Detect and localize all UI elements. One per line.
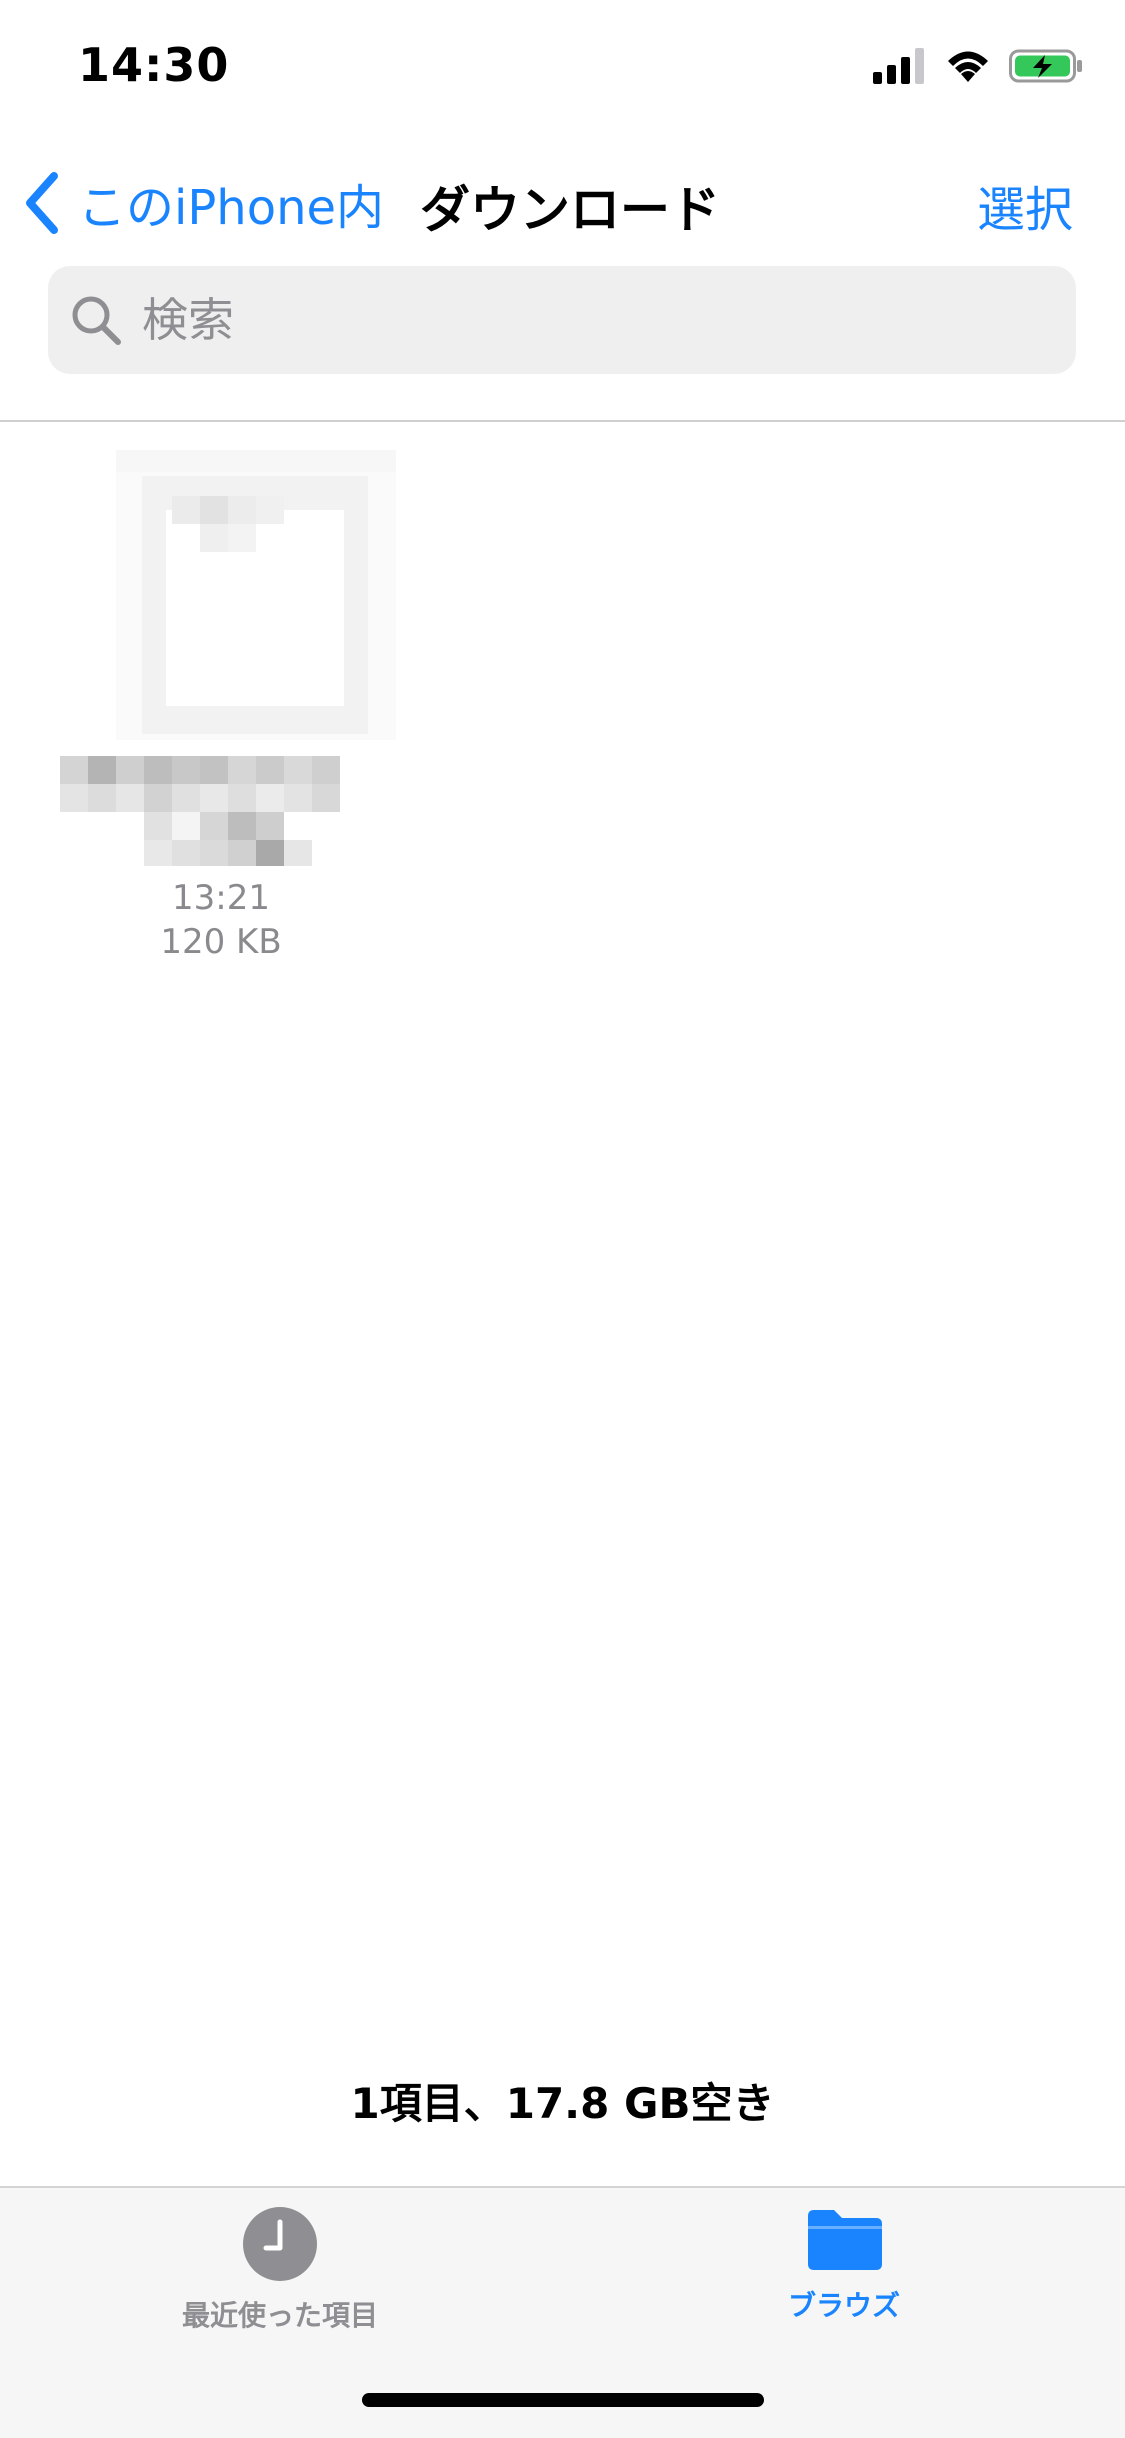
status-time: 14:30 xyxy=(78,38,230,92)
back-button-label: このiPhone内 xyxy=(78,180,385,236)
wifi-icon xyxy=(948,51,988,82)
file-name-blurred xyxy=(60,756,340,866)
file-thumbnail-blurred xyxy=(116,450,396,740)
clock-icon xyxy=(243,2207,317,2281)
battery-charging-icon xyxy=(1009,49,1082,83)
back-button[interactable]: このiPhone内 xyxy=(22,168,384,238)
home-indicator[interactable] xyxy=(362,2393,764,2407)
page-title: ダウンロード xyxy=(420,181,720,239)
file-meta: 13:21 120 KB xyxy=(56,876,386,964)
tab-browse[interactable]: ブラウズ xyxy=(694,2206,994,2324)
storage-info: 1項目、17.8 GB空き xyxy=(350,2079,775,2128)
cellular-signal-icon xyxy=(873,48,924,84)
search-icon xyxy=(68,292,124,348)
navigation-bar: このiPhone内 ダウンロード 選択 xyxy=(0,150,1125,250)
chevron-left-icon xyxy=(26,172,58,234)
search-bar[interactable] xyxy=(48,266,1076,374)
select-button[interactable]: 選択 xyxy=(977,170,1073,240)
tab-recent[interactable]: 最近使った項目 xyxy=(130,2206,430,2334)
search-input[interactable] xyxy=(140,292,1044,348)
folder-icon xyxy=(808,2210,882,2270)
status-bar: 14:30 xyxy=(0,0,1125,132)
tab-recent-label: 最近使った項目 xyxy=(181,2299,378,2332)
divider xyxy=(0,420,1125,422)
status-icons xyxy=(873,48,1083,84)
file-size: 120 KB xyxy=(160,922,282,962)
file-time: 13:21 xyxy=(172,878,270,918)
tab-browse-label: ブラウズ xyxy=(787,2289,900,2322)
